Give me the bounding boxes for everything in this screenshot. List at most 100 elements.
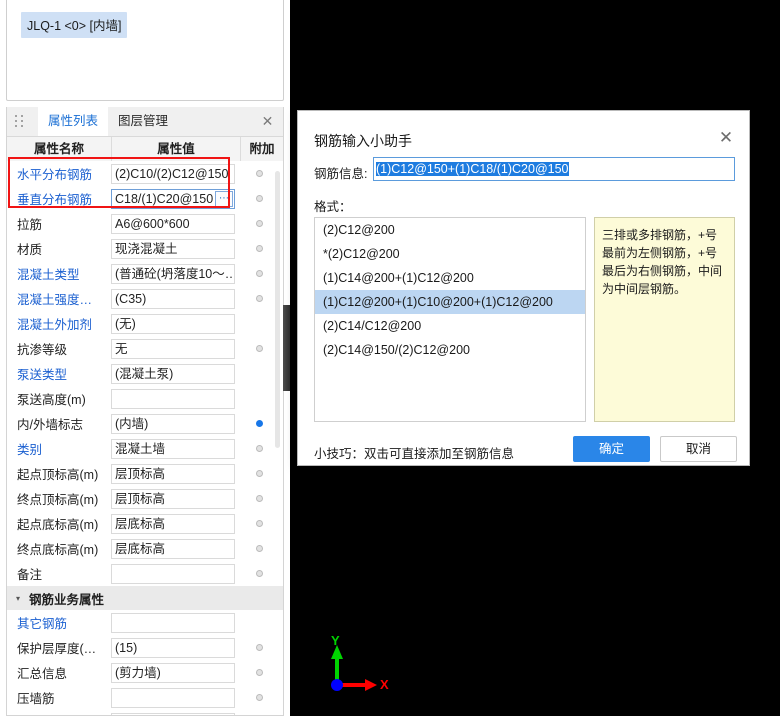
attach-dot-icon[interactable] bbox=[256, 694, 263, 701]
attach-dot-icon[interactable] bbox=[256, 270, 263, 277]
property-row[interactable]: 混凝土外加剂(无) bbox=[7, 311, 283, 336]
attach-dot-icon[interactable] bbox=[256, 495, 263, 502]
property-row-value[interactable]: C18/(1)C20@150⋯ bbox=[111, 189, 235, 209]
property-row-attach[interactable] bbox=[235, 570, 283, 577]
property-row-value[interactable]: 层顶标高 bbox=[111, 489, 235, 509]
tab-layer-management[interactable]: 图层管理 bbox=[108, 107, 178, 136]
attach-dot-icon[interactable] bbox=[256, 470, 263, 477]
property-row[interactable]: 起点底标高(m)层底标高 bbox=[7, 511, 283, 536]
chevron-down-icon[interactable]: ▾ bbox=[7, 594, 29, 603]
property-row-value[interactable]: A6@600*600 bbox=[111, 214, 235, 234]
property-row-name: 汇总信息 bbox=[7, 663, 111, 682]
attach-dot-icon[interactable] bbox=[256, 545, 263, 552]
property-row[interactable]: 起点顶标高(m)层顶标高 bbox=[7, 461, 283, 486]
property-row[interactable]: 压墙筋 bbox=[7, 685, 283, 710]
property-row[interactable]: 拉筋A6@600*600 bbox=[7, 211, 283, 236]
dock-collapse-handle[interactable] bbox=[283, 305, 290, 391]
property-row[interactable]: 汇总信息(剪力墙) bbox=[7, 660, 283, 685]
property-row-value[interactable]: (内墙) bbox=[111, 414, 235, 434]
property-row-attach[interactable] bbox=[235, 694, 283, 701]
attach-dot-icon[interactable] bbox=[256, 370, 263, 377]
dialog-close-icon[interactable]: ✕ bbox=[716, 128, 736, 148]
attach-dot-icon[interactable] bbox=[256, 570, 263, 577]
property-row-value-text: (混凝土泵) bbox=[115, 367, 173, 381]
property-row-value[interactable]: (无) bbox=[111, 314, 235, 334]
attach-dot-icon[interactable] bbox=[256, 669, 263, 676]
format-options-listbox[interactable]: (2)C12@200*(2)C12@200(1)C14@200+(1)C12@2… bbox=[314, 217, 586, 422]
property-row-value[interactable]: 无 bbox=[111, 339, 235, 359]
component-tree-panel[interactable]: JLQ-1 <0> [内墙] bbox=[6, 0, 284, 101]
property-row-value[interactable]: (2)C10/(2)C12@150 bbox=[111, 164, 235, 184]
property-row-value[interactable]: 层顶标高 bbox=[111, 464, 235, 484]
format-option-item[interactable]: (1)C14@200+(1)C12@200 bbox=[315, 266, 585, 290]
attach-dot-icon[interactable] bbox=[256, 245, 263, 252]
tree-item-selected[interactable]: JLQ-1 <0> [内墙] bbox=[21, 12, 127, 38]
property-row[interactable]: 泵送高度(m) bbox=[7, 386, 283, 411]
property-row-value[interactable] bbox=[111, 688, 235, 708]
property-row[interactable]: 内/外墙标志(内墙) bbox=[7, 411, 283, 436]
attach-dot-icon[interactable] bbox=[256, 520, 263, 527]
property-row-value[interactable]: 层底标高 bbox=[111, 514, 235, 534]
property-group-header[interactable]: ▾钢筋业务属性 bbox=[7, 586, 283, 610]
property-row-value[interactable]: … bbox=[111, 713, 235, 716]
attach-dot-icon[interactable] bbox=[256, 295, 263, 302]
property-row-value[interactable] bbox=[111, 613, 235, 633]
attach-dot-icon[interactable] bbox=[256, 445, 263, 452]
close-icon[interactable]: ✕ bbox=[260, 114, 275, 129]
attach-dot-icon[interactable] bbox=[256, 644, 263, 651]
property-row[interactable]: …… bbox=[7, 710, 283, 715]
property-row-value[interactable]: 混凝土墙 bbox=[111, 439, 235, 459]
confirm-button[interactable]: 确定 bbox=[573, 436, 650, 462]
property-row[interactable]: 类别混凝土墙 bbox=[7, 436, 283, 461]
property-row-attach[interactable] bbox=[235, 619, 283, 626]
attach-dot-icon[interactable] bbox=[256, 220, 263, 227]
attach-dot-icon[interactable] bbox=[256, 345, 263, 352]
property-row-attach[interactable] bbox=[235, 470, 283, 477]
property-row-value[interactable] bbox=[111, 389, 235, 409]
format-option-item[interactable]: (2)C12@200 bbox=[315, 218, 585, 242]
property-row-value[interactable]: (剪力墙) bbox=[111, 663, 235, 683]
property-panel-scrollbar[interactable] bbox=[275, 171, 280, 448]
property-row-attach[interactable] bbox=[235, 644, 283, 651]
property-row[interactable]: 抗渗等级无 bbox=[7, 336, 283, 361]
property-row-attach[interactable] bbox=[235, 495, 283, 502]
property-row-value[interactable]: (混凝土泵) bbox=[111, 364, 235, 384]
property-row-value[interactable]: (C35) bbox=[111, 289, 235, 309]
property-row-attach[interactable] bbox=[235, 669, 283, 676]
format-option-item[interactable]: (1)C12@200+(1)C10@200+(1)C12@200 bbox=[315, 290, 585, 314]
property-row-value[interactable]: 现浇混凝土 bbox=[111, 239, 235, 259]
tab-property-list[interactable]: 属性列表 bbox=[38, 107, 108, 136]
property-row-attach[interactable] bbox=[235, 545, 283, 552]
property-row[interactable]: 终点顶标高(m)层顶标高 bbox=[7, 486, 283, 511]
drag-grip-icon[interactable] bbox=[15, 115, 24, 128]
property-row-value[interactable]: (15) bbox=[111, 638, 235, 658]
property-row[interactable]: 终点底标高(m)层底标高 bbox=[7, 536, 283, 561]
property-row[interactable]: 混凝土类型(普通砼(坍落度10～… bbox=[7, 261, 283, 286]
rebar-info-input[interactable]: (1)C12@150+(1)C18/(1)C20@150 bbox=[373, 157, 735, 181]
property-row[interactable]: 水平分布钢筋(2)C10/(2)C12@150 bbox=[7, 161, 283, 186]
format-option-item[interactable]: (2)C14/C12@200 bbox=[315, 314, 585, 338]
property-row[interactable]: 混凝土强度…(C35) bbox=[7, 286, 283, 311]
format-option-item[interactable]: (2)C14@150/(2)C12@200 bbox=[315, 338, 585, 362]
cancel-button[interactable]: 取消 bbox=[660, 436, 737, 462]
property-row-attach[interactable] bbox=[235, 520, 283, 527]
attach-dot-icon[interactable] bbox=[256, 170, 263, 177]
property-row-name: 保护层厚度(… bbox=[7, 638, 111, 657]
attach-dot-icon[interactable] bbox=[256, 395, 263, 402]
property-row[interactable]: 垂直分布钢筋C18/(1)C20@150⋯ bbox=[7, 186, 283, 211]
property-row-value[interactable] bbox=[111, 564, 235, 584]
property-row[interactable]: 其它钢筋 bbox=[7, 610, 283, 635]
property-rows-scroll-area[interactable]: 水平分布钢筋(2)C10/(2)C12@150垂直分布钢筋C18/(1)C20@… bbox=[7, 161, 283, 715]
property-row[interactable]: 材质现浇混凝土 bbox=[7, 236, 283, 261]
format-option-item[interactable]: *(2)C12@200 bbox=[315, 242, 585, 266]
attach-dot-icon[interactable] bbox=[256, 195, 263, 202]
value-ellipsis-button[interactable]: ⋯ bbox=[215, 191, 233, 207]
property-row-value[interactable]: 层底标高 bbox=[111, 539, 235, 559]
attach-dot-icon[interactable] bbox=[256, 320, 263, 327]
property-row-value[interactable]: (普通砼(坍落度10～… bbox=[111, 264, 235, 284]
attach-dot-icon[interactable] bbox=[256, 619, 263, 626]
attach-dot-icon[interactable] bbox=[256, 420, 263, 427]
property-row[interactable]: 泵送类型(混凝土泵) bbox=[7, 361, 283, 386]
property-row[interactable]: 保护层厚度(…(15) bbox=[7, 635, 283, 660]
property-row[interactable]: 备注 bbox=[7, 561, 283, 586]
